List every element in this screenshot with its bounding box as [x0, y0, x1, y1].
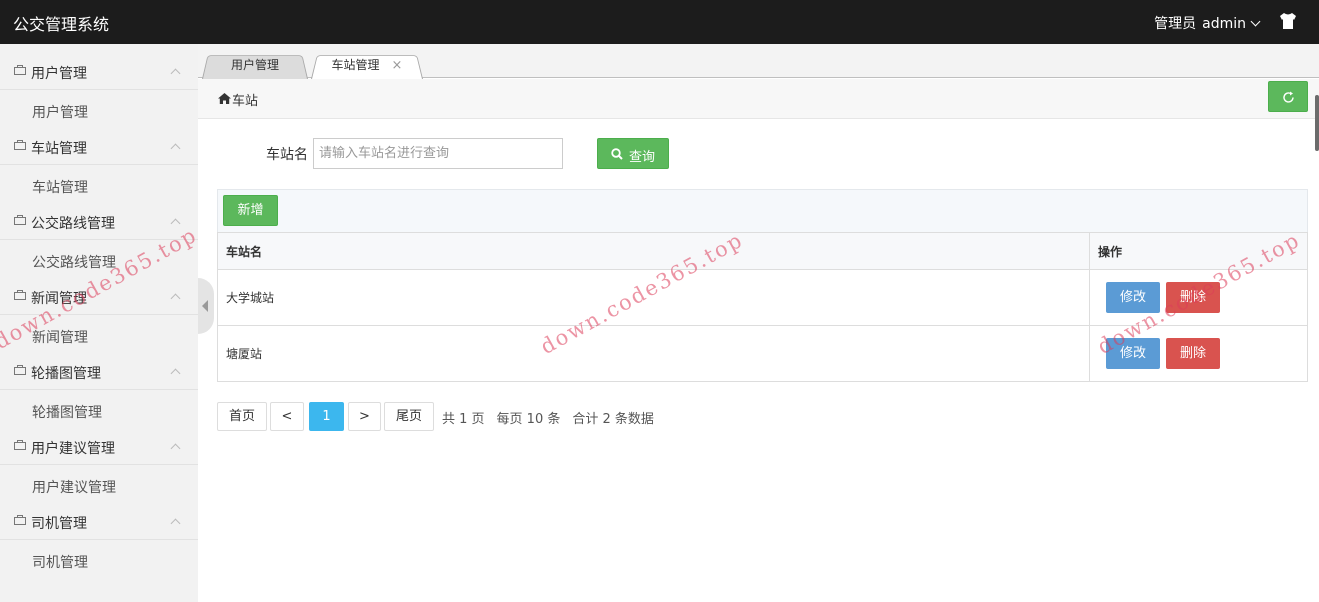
user-menu[interactable]: 管理员 admin	[1154, 13, 1261, 33]
bag-icon	[14, 440, 26, 450]
user-role: 管理员	[1154, 16, 1197, 32]
sidebar-item-carousel[interactable]: 轮播图管理	[0, 344, 198, 390]
per-page-text: 每页 10 条	[496, 412, 561, 427]
sidebar-item-label: 司机管理	[31, 516, 87, 532]
sidebar-subitem-drivers[interactable]: 司机管理	[32, 552, 88, 572]
sidebar-item-label: 用户管理	[31, 66, 87, 82]
home-icon	[218, 93, 231, 104]
breadcrumb-current: 车站	[232, 94, 259, 109]
next-page-button[interactable]: >	[348, 402, 381, 431]
chevron-up-icon	[170, 143, 181, 154]
chevron-up-icon	[170, 368, 181, 379]
top-bar: 公交管理系统 管理员 admin	[0, 0, 1319, 44]
prev-page-button[interactable]: <	[270, 402, 304, 431]
close-icon[interactable]: ×	[392, 58, 403, 73]
chevron-up-icon	[170, 443, 181, 454]
last-page-button[interactable]: 尾页	[384, 402, 434, 431]
pagination-info: 共 1 页每页 10 条合计 2 条数据	[442, 408, 666, 427]
sidebar-group-users: 用户管理 用户管理	[0, 44, 198, 121]
total-records-text: 合计 2 条数据	[572, 412, 654, 427]
first-page-button[interactable]: 首页	[217, 402, 267, 431]
search-icon	[611, 148, 623, 160]
bag-icon	[14, 215, 26, 225]
collapse-left-icon	[202, 300, 208, 312]
sidebar-group-suggestions: 用户建议管理 用户建议管理	[0, 419, 198, 496]
chevron-up-icon	[170, 293, 181, 304]
table-header-row: 车站名 操作	[217, 232, 1308, 270]
tab-label: 车站管理	[331, 58, 380, 72]
sidebar-item-drivers[interactable]: 司机管理	[0, 494, 198, 540]
sidebar-group-drivers: 司机管理 司机管理	[0, 494, 198, 572]
tab-bar: 用户管理 车站管理 ×	[198, 44, 1319, 79]
chevron-up-icon	[170, 68, 181, 79]
add-button[interactable]: 新增	[223, 195, 278, 226]
station-name-cell: 塘厦站	[217, 325, 1090, 382]
app-title: 公交管理系统	[13, 15, 110, 34]
sidebar-group-stations: 车站管理 车站管理	[0, 119, 198, 196]
query-button[interactable]: 查询	[597, 138, 669, 169]
tab-station-management[interactable]: 车站管理 ×	[311, 52, 423, 79]
sidebar-group-carousel: 轮播图管理 轮播图管理	[0, 344, 198, 421]
sidebar-item-label: 轮播图管理	[31, 366, 101, 382]
bag-icon	[14, 65, 26, 75]
current-page-button[interactable]: 1	[309, 402, 344, 431]
sidebar-item-stations[interactable]: 车站管理	[0, 119, 198, 165]
scrollbar-thumb[interactable]	[1315, 95, 1319, 151]
sidebar-collapse-handle[interactable]	[198, 278, 214, 334]
sidebar-item-users[interactable]: 用户管理	[0, 44, 198, 90]
station-search-input[interactable]	[313, 138, 563, 169]
refresh-button[interactable]	[1268, 81, 1308, 112]
total-pages-text: 共 1 页	[442, 412, 485, 427]
bag-icon	[14, 290, 26, 300]
column-header-station-name: 车站名	[217, 232, 1090, 270]
tab-label: 用户管理	[230, 58, 279, 72]
tab-user-management[interactable]: 用户管理	[202, 52, 308, 79]
chevron-up-icon	[170, 518, 181, 529]
sidebar-item-label: 用户建议管理	[31, 441, 115, 457]
sidebar-item-label: 车站管理	[31, 141, 87, 157]
user-name: admin	[1202, 16, 1246, 32]
delete-button[interactable]: 删除	[1166, 338, 1220, 369]
sidebar-item-label: 公交路线管理	[31, 216, 115, 232]
bag-icon	[14, 365, 26, 375]
chevron-down-icon	[1250, 16, 1261, 27]
bag-icon	[14, 140, 26, 150]
station-name-label: 车站名	[266, 147, 308, 163]
breadcrumb: 车站	[198, 79, 1319, 119]
station-table: 车站名 操作 大学城站 修改 删除 塘厦站 修改 删除	[217, 232, 1308, 382]
tshirt-icon[interactable]	[1279, 13, 1297, 29]
query-button-label: 查询	[629, 150, 656, 165]
refresh-icon	[1283, 91, 1294, 103]
bag-icon	[14, 515, 26, 525]
sidebar-item-suggestions[interactable]: 用户建议管理	[0, 419, 198, 465]
table-toolbar: 新增	[217, 189, 1308, 233]
